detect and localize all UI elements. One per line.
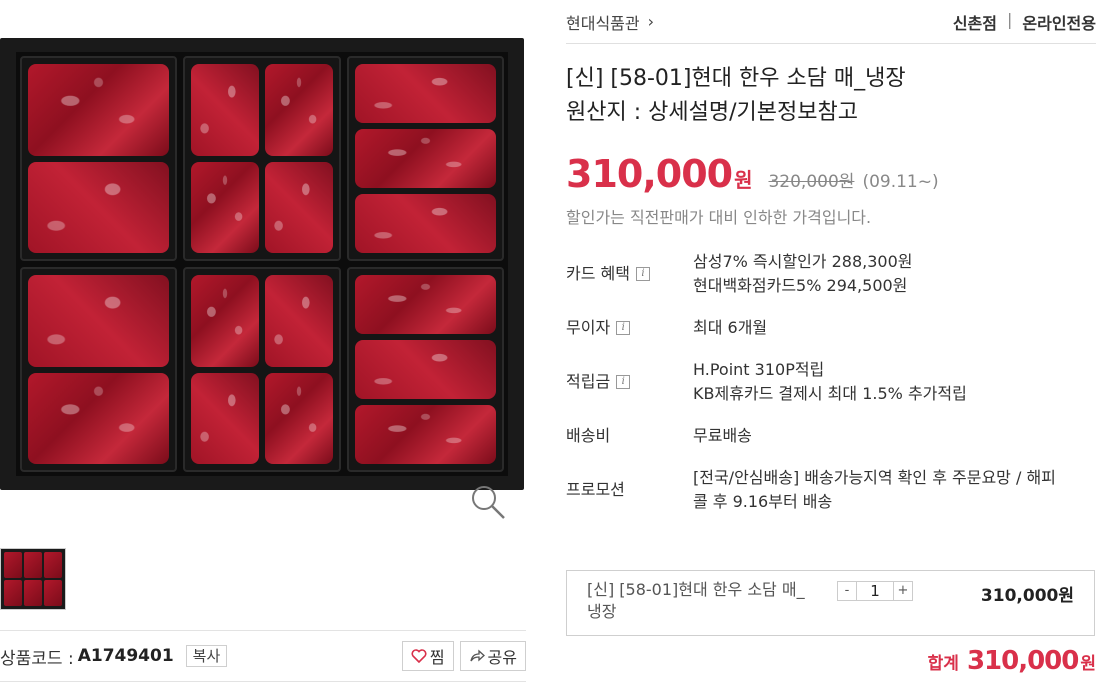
price-row: 310,000 원 320,000원 (09.11~)	[566, 152, 1096, 196]
product-title-line1: [신] [58-01]현대 한우 소담 매_냉장	[566, 66, 906, 91]
detail-label-text: 적립금	[566, 372, 611, 391]
product-info: 현대식품관 › 신촌점 | 온라인전용 [신] [58-01]현대 한우 소담 …	[566, 0, 1096, 514]
info-icon[interactable]: i	[616, 321, 631, 335]
chevron-right-icon: ›	[647, 12, 655, 31]
product-origin: 원산지 : 상세설명/기본정보참고	[566, 100, 858, 125]
tray-cell	[346, 267, 504, 472]
detail-value-line: [전국/안심배송] 배송가능지역 확인 후 주문요망 / 해피	[693, 468, 1056, 487]
detail-label-text: 배송비	[566, 426, 611, 445]
detail-label: 배송비	[566, 424, 693, 448]
detail-label-text: 프로모션	[566, 480, 625, 499]
store-separator: |	[1007, 9, 1013, 29]
detail-label-text: 카드 혜택	[566, 264, 630, 283]
store-branch: 신촌점	[952, 13, 997, 33]
tray-cell	[20, 267, 178, 472]
store-info: 신촌점 | 온라인전용	[953, 10, 1096, 34]
wish-label: 찜	[429, 648, 445, 667]
breadcrumb-label[interactable]: 현대식품관	[566, 10, 640, 34]
detail-label: 카드 혜택 i	[566, 250, 693, 298]
detail-value: [전국/안심배송] 배송가능지역 확인 후 주문요망 / 해피콜 후 9.16부…	[693, 466, 1096, 514]
detail-list: 카드 혜택 i 삼성7% 즉시할인가 288,300원현대백화점카드5% 294,5…	[566, 250, 1096, 514]
heart-icon	[411, 649, 427, 663]
detail-value: 무료배송	[693, 424, 1096, 448]
detail-value: 삼성7% 즉시할인가 288,300원현대백화점카드5% 294,500원	[693, 250, 1096, 298]
detail-value-line: 무료배송	[693, 426, 752, 445]
total-label: 합계	[927, 654, 959, 674]
detail-value-line: KB제휴카드 결제시 최대 1.5% 추가적립	[693, 384, 967, 403]
detail-label: 적립금 i	[566, 358, 693, 406]
product-title: [신] [58-01]현대 한우 소담 매_냉장 원산지 : 상세설명/기본정보…	[566, 62, 1096, 130]
wish-button[interactable]: 찜	[401, 641, 454, 671]
product-code-row: 상품코드 : A1749401 복사 찜 공유	[0, 630, 526, 682]
original-price: 320,000원	[768, 172, 855, 192]
copy-code-button[interactable]: 복사	[185, 645, 228, 667]
detail-label-text: 무이자	[566, 318, 611, 337]
sale-price: 310,000	[566, 152, 733, 196]
detail-label: 프로모션	[566, 466, 693, 514]
discount-note: 할인가는 직전판매가 대비 인하한 가격입니다.	[566, 208, 872, 227]
total-value: 310,000	[966, 646, 1079, 676]
tray-cell	[20, 56, 178, 261]
total-unit: 원	[1080, 654, 1096, 674]
order-name-line2: 냉장	[587, 602, 617, 621]
share-label: 공유	[487, 648, 517, 667]
quantity-input[interactable]: 1	[857, 581, 893, 601]
order-item-name: [신] [58-01]현대 한우 소담 매_ 냉장	[587, 579, 827, 627]
info-topbar: 현대식품관 › 신촌점 | 온라인전용	[566, 0, 1096, 44]
info-icon[interactable]: i	[616, 375, 631, 389]
detail-value-line: 콜 후 9.16부터 배송	[693, 492, 833, 511]
product-code-label: 상품코드 :	[0, 648, 74, 669]
share-button[interactable]: 공유	[459, 641, 526, 671]
sale-price-unit: 원	[734, 168, 753, 192]
quantity-minus-button[interactable]: -	[837, 581, 857, 601]
product-thumbnail[interactable]	[0, 548, 66, 610]
detail-value-line: H.Point 310P적립	[693, 360, 825, 379]
quantity-stepper: - 1 +	[837, 581, 913, 601]
share-icon	[469, 649, 485, 662]
detail-value-line: 현대백화점카드5% 294,500원	[693, 276, 908, 295]
breadcrumb[interactable]: 현대식품관 ›	[566, 10, 654, 34]
order-price: 310,000원	[980, 586, 1074, 606]
tray-cell	[183, 267, 341, 472]
store-tag: 온라인전용	[1022, 13, 1096, 33]
detail-value: H.Point 310P적립 KB제휴카드 결제시 최대 1.5% 추가적립	[693, 358, 1096, 406]
detail-value-line: 삼성7% 즉시할인가 288,300원	[693, 252, 913, 271]
total-row: 합계 310,000 원	[928, 646, 1096, 676]
order-box: [신] [58-01]현대 한우 소담 매_ 냉장 - 1 + 310,000원	[566, 570, 1095, 636]
zoom-icon[interactable]	[468, 482, 508, 522]
meat-tray	[16, 52, 508, 476]
detail-label: 무이자 i	[566, 316, 693, 340]
tray-cell	[346, 56, 504, 261]
order-name-line1: [신] [58-01]현대 한우 소담 매_	[587, 580, 805, 599]
detail-value-line: 최대 6개월	[693, 318, 768, 337]
product-main-image[interactable]	[0, 38, 524, 490]
product-code-value: A1749401	[77, 646, 174, 666]
tray-cell	[183, 56, 341, 261]
price-date: (09.11~)	[862, 172, 939, 192]
detail-value: 최대 6개월	[693, 316, 1096, 340]
info-icon[interactable]: i	[635, 267, 650, 281]
quantity-plus-button[interactable]: +	[893, 581, 913, 601]
